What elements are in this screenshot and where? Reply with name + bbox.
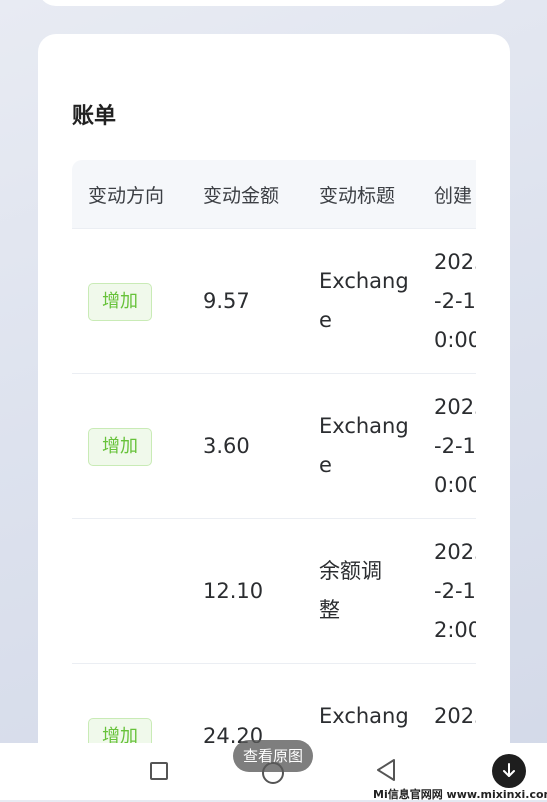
previous-card-bottom [38, 0, 510, 6]
table-header-row: 变动方向 变动金额 变动标题 创建 [72, 160, 476, 229]
amount-cell: 9.57 [187, 228, 303, 374]
header-direction: 变动方向 [72, 160, 187, 229]
header-amount: 变动金额 [187, 160, 303, 229]
square-icon[interactable] [150, 762, 168, 780]
direction-tag: 增加 [88, 283, 152, 321]
direction-cell: 增加 [72, 228, 187, 374]
created-cell: 2025-2-180:00 [418, 228, 476, 374]
title-text: Exchange [319, 269, 409, 332]
header-created: 创建 [418, 160, 476, 229]
view-original-button[interactable]: 查看原图 [233, 740, 313, 772]
direction-cell: 增加 [72, 373, 187, 519]
created-text: 2025-2-180:00 [434, 249, 476, 352]
amount-cell: 3.60 [187, 373, 303, 519]
direction-cell: 增加 [72, 663, 187, 750]
title-cell: 余额调整 [303, 518, 418, 664]
title-text: Exchange [319, 414, 409, 477]
title-cell: Exchange [303, 373, 418, 519]
bill-table-container[interactable]: 变动方向 变动金额 变动标题 创建 增加 9.57 Exchange 2025-… [72, 160, 476, 750]
back-triangle-icon[interactable] [375, 757, 397, 783]
created-text: 2025-2-162:00 [434, 539, 476, 642]
title-text: 余额调整 [319, 559, 382, 622]
table-row: 增加 24.20 Exchange 2025-2-16 [72, 663, 476, 750]
bill-table: 变动方向 变动金额 变动标题 创建 增加 9.57 Exchange 2025-… [72, 160, 476, 750]
direction-cell [72, 518, 187, 664]
table-row: 12.10 余额调整 2025-2-162:00 [72, 518, 476, 664]
download-arrow-icon [503, 763, 515, 777]
table-row: 增加 3.60 Exchange 2025-2-170:00 [72, 373, 476, 519]
bill-card: 账单 变动方向 变动金额 变动标题 创建 增加 9.57 Exchange 20 [38, 34, 510, 794]
title-cell: Exchange [303, 228, 418, 374]
title-cell: Exchange [303, 663, 418, 750]
created-cell: 2025-2-16 [418, 663, 476, 750]
created-cell: 2025-2-162:00 [418, 518, 476, 664]
download-button[interactable] [492, 754, 526, 788]
table-row: 增加 9.57 Exchange 2025-2-180:00 [72, 228, 476, 374]
card-title: 账单 [72, 104, 117, 129]
amount-cell: 24.20 [187, 663, 303, 750]
created-cell: 2025-2-170:00 [418, 373, 476, 519]
amount-cell: 12.10 [187, 518, 303, 664]
header-title: 变动标题 [303, 160, 418, 229]
direction-tag: 增加 [88, 428, 152, 466]
created-text: 2025-2-170:00 [434, 394, 476, 497]
